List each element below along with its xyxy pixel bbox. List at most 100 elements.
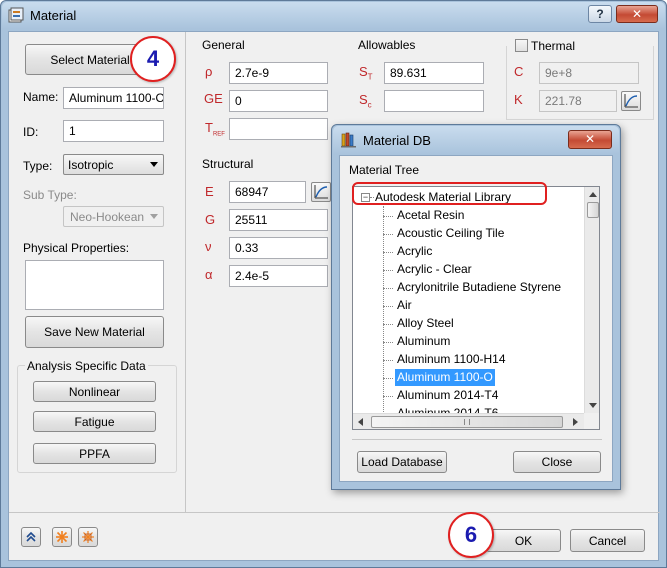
starburst-icon — [56, 531, 68, 543]
starburst-grid-button[interactable] — [78, 527, 98, 547]
sc-symbol: Sc — [359, 92, 372, 110]
e-curve-button[interactable] — [311, 182, 331, 202]
material-app-icon — [8, 7, 24, 23]
chevron-down-icon — [150, 162, 158, 167]
sc-symbol-main: S — [359, 92, 368, 107]
tree-connector — [383, 324, 393, 325]
subtype-dropdown[interactable]: Neo-Hookean — [63, 206, 164, 227]
fatigue-button[interactable]: Fatigue — [33, 411, 156, 432]
tree-item[interactable]: Aluminum 2014-T4 — [395, 387, 500, 404]
tree-item[interactable]: Air — [395, 297, 414, 314]
save-new-material-button[interactable]: Save New Material — [25, 316, 164, 348]
type-label: Type: — [23, 159, 53, 173]
tree-connector — [383, 270, 393, 271]
chevron-down-icon — [150, 214, 158, 219]
youngs-modulus-field[interactable]: 68947 — [229, 181, 306, 203]
name-label: Name: — [23, 90, 59, 104]
material-db-title: Material DB — [363, 133, 431, 148]
starburst-button[interactable] — [52, 527, 72, 547]
g-symbol: G — [205, 212, 216, 227]
physical-properties-field[interactable] — [25, 260, 164, 310]
general-group-label: General — [202, 38, 245, 52]
tree-connector — [383, 234, 393, 235]
scroll-left-icon[interactable] — [358, 418, 363, 426]
name-field[interactable]: Aluminum 1100-O — [63, 87, 164, 109]
ok-button[interactable]: OK — [486, 529, 561, 552]
alpha-symbol: α — [205, 267, 213, 282]
tref-field[interactable] — [229, 118, 328, 140]
st-symbol-main: S — [359, 64, 368, 79]
tensile-allowable-field[interactable]: 89.631 — [384, 62, 484, 84]
load-database-button[interactable]: Load Database — [357, 451, 447, 473]
tree-item[interactable]: Aluminum 1100-H14 — [395, 351, 508, 368]
tref-symbol: TREF — [205, 120, 225, 138]
poisson-ratio-field[interactable]: 0.33 — [229, 237, 328, 259]
tree-vertical-scrollbar[interactable] — [584, 187, 599, 413]
title-bar[interactable]: Material ? ✕ — [2, 2, 665, 29]
tree-horizontal-scrollbar[interactable] — [353, 413, 584, 429]
curve-chart-icon — [314, 185, 328, 199]
compressive-allowable-field[interactable] — [384, 90, 484, 112]
sc-symbol-sub: c — [367, 100, 372, 110]
tree-item[interactable]: Acrylic — [395, 243, 434, 260]
scroll-corner — [584, 413, 599, 429]
collapse-arrows-button[interactable] — [21, 527, 41, 547]
thermal-group-frame — [506, 46, 654, 120]
scroll-up-icon[interactable] — [589, 192, 597, 197]
step-6-callout: 6 — [448, 512, 494, 558]
thermal-expansion-field[interactable]: 2.4e-5 — [229, 265, 328, 287]
subtype-label: Sub Type: — [23, 188, 77, 202]
horizontal-scroll-thumb[interactable] — [371, 416, 563, 428]
damping-field[interactable]: 0 — [229, 90, 328, 112]
close-button[interactable]: Close — [513, 451, 601, 473]
physical-properties-label: Physical Properties: — [23, 241, 130, 255]
allowables-group-label: Allowables — [358, 38, 416, 52]
st-symbol-sub: T — [367, 72, 373, 82]
vertical-scroll-thumb[interactable] — [587, 202, 599, 218]
e-symbol: E — [205, 184, 214, 199]
analysis-group-label: Analysis Specific Data — [25, 359, 148, 373]
tree-connector — [383, 252, 393, 253]
tree-item[interactable]: Aluminum 1100-O — [395, 369, 495, 386]
root-highlight-box — [352, 182, 547, 205]
ge-symbol: GE — [204, 91, 223, 106]
tree-connector — [383, 342, 393, 343]
type-dropdown-value: Isotropic — [68, 158, 114, 172]
scroll-right-icon[interactable] — [573, 418, 578, 426]
tree-connector — [383, 216, 393, 217]
tref-symbol-main: T — [205, 120, 213, 135]
cancel-button[interactable]: Cancel — [570, 529, 645, 552]
grip-icon — [464, 419, 470, 425]
tree-item[interactable]: Acetal Resin — [395, 207, 466, 224]
type-dropdown[interactable]: Isotropic — [63, 154, 164, 175]
scroll-down-icon[interactable] — [589, 403, 597, 408]
ppfa-button[interactable]: PPFA — [33, 443, 156, 464]
window-close-button[interactable]: ✕ — [616, 5, 658, 23]
subtype-dropdown-value: Neo-Hookean — [70, 210, 145, 224]
tref-symbol-sub: REF — [212, 131, 225, 138]
tree-item[interactable]: Acrylic - Clear — [395, 261, 474, 278]
material-tree-label: Material Tree — [349, 163, 420, 177]
tree-connector — [383, 378, 393, 379]
material-db-dialog: Material DB ✕ Material Tree − Autodesk M… — [331, 124, 621, 490]
material-tree[interactable]: − Autodesk Material Library Acetal Resin… — [352, 186, 600, 430]
nonlinear-button[interactable]: Nonlinear — [33, 381, 156, 402]
st-symbol: ST — [359, 64, 373, 82]
bottom-divider — [9, 512, 660, 513]
shear-modulus-field[interactable]: 25511 — [229, 209, 328, 231]
tree-connector — [383, 396, 393, 397]
id-field[interactable]: 1 — [63, 120, 164, 142]
tree-item[interactable]: Alloy Steel — [395, 315, 456, 332]
starburst-grid-icon — [82, 531, 94, 543]
rho-symbol: ρ — [205, 64, 213, 79]
step-4-callout: 4 — [130, 36, 176, 82]
id-label: ID: — [23, 125, 39, 139]
tree-item[interactable]: Acoustic Ceiling Tile — [395, 225, 506, 242]
tree-item[interactable]: Acrylonitrile Butadiene Styrene — [395, 279, 563, 296]
help-button[interactable]: ? — [588, 5, 612, 23]
tree-item[interactable]: Aluminum — [395, 333, 452, 350]
material-db-close-icon[interactable]: ✕ — [568, 130, 612, 149]
density-field[interactable]: 2.7e-9 — [229, 62, 328, 84]
material-db-icon — [341, 132, 357, 148]
material-db-title-bar[interactable]: Material DB ✕ — [333, 126, 619, 154]
